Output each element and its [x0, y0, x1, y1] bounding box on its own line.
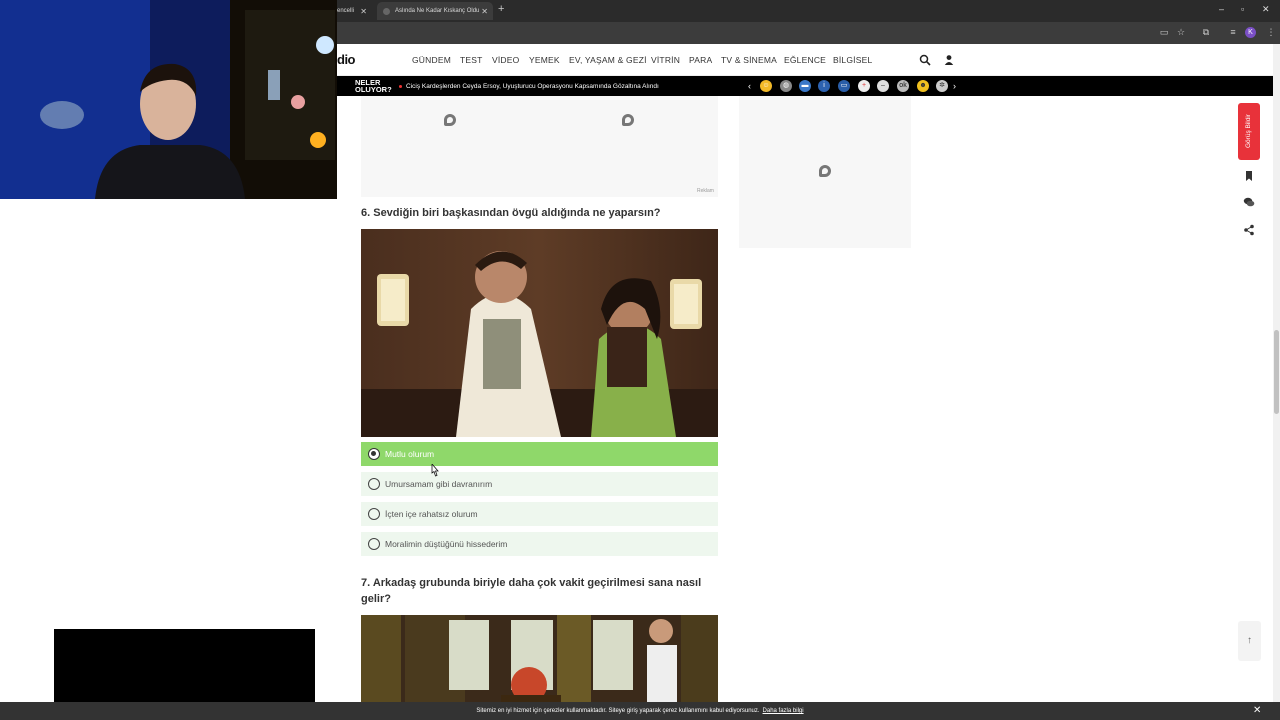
nav-item-vitrin[interactable]: VİTRİN	[651, 55, 680, 65]
emoji-ok-icon[interactable]: ok	[897, 80, 909, 92]
answer-option[interactable]: İçten içe rahatsız olurum	[361, 502, 718, 526]
new-tab-button[interactable]: +	[498, 3, 504, 15]
emoji-info-icon[interactable]: i	[818, 80, 830, 92]
webcam-overlay	[0, 0, 337, 199]
site-logo[interactable]: dio	[337, 52, 356, 67]
question-6-title: 6. Sevdiğin biri başkasından övgü aldığı…	[361, 207, 661, 219]
close-tab-icon[interactable]: ✕	[481, 7, 488, 16]
radio-button[interactable]	[368, 448, 380, 460]
radio-button[interactable]	[368, 538, 380, 550]
minimize-button[interactable]: –	[1219, 4, 1224, 14]
emoji-card-icon[interactable]: ▭	[838, 80, 850, 92]
scrollbar-thumb[interactable]	[1274, 330, 1279, 414]
share-icon[interactable]	[1243, 224, 1255, 236]
ticker-prev-button[interactable]: ‹	[748, 81, 751, 91]
emoji-plus-icon[interactable]: +	[858, 80, 870, 92]
emoji-ball-icon[interactable]: ✲	[936, 80, 948, 92]
sidebar-ad-placeholder	[739, 96, 911, 248]
radio-button[interactable]	[368, 508, 380, 520]
comments-icon[interactable]	[1243, 196, 1255, 208]
nav-item-ev-yasam-gezi[interactable]: EV, YAŞAM & GEZİ	[569, 55, 647, 65]
answer-label: Umursamam gibi davranırım	[385, 479, 493, 489]
placeholder-logo-icon	[622, 114, 634, 126]
ad-placeholder	[361, 96, 718, 197]
nav-item-para[interactable]: PARA	[689, 55, 712, 65]
placeholder-logo-icon	[444, 114, 456, 126]
ticker-next-button[interactable]: ›	[953, 81, 956, 91]
browser-tab-previous[interactable]: encelli ✕	[337, 2, 372, 20]
nav-item-test[interactable]: TEST	[460, 55, 483, 65]
cookie-consent-bar: Sitemiz en iyi hizmet için çerezler kull…	[0, 702, 1280, 720]
bookmark-star-icon[interactable]: ☆	[1176, 27, 1186, 37]
answer-label: İçten içe rahatsız olurum	[385, 509, 478, 519]
emoji-smile-icon[interactable]: ☺	[760, 80, 772, 92]
menu-kebab-icon[interactable]: ⋮	[1266, 27, 1276, 37]
media-controls-icon[interactable]: ≡	[1228, 27, 1238, 37]
browser-tab-active[interactable]: Aslında Ne Kadar Kıskanç Oldu ✕	[377, 2, 493, 20]
cookie-text: Sitemiz en iyi hizmet için çerezler kull…	[476, 708, 760, 714]
answer-option[interactable]: Umursamam gibi davranırım	[361, 472, 718, 496]
cast-icon[interactable]: ▭	[1159, 27, 1169, 37]
answer-option[interactable]: Mutlu olurum	[361, 442, 718, 466]
profile-avatar[interactable]: K	[1245, 27, 1256, 38]
nav-item-gundem[interactable]: GÜNDEM	[412, 55, 451, 65]
mouse-cursor-icon	[431, 464, 439, 477]
opinion-feedback-button[interactable]: Görüş Bildir	[1238, 103, 1260, 160]
bookmark-icon[interactable]	[1243, 170, 1255, 182]
question-7-title: 7. Arkadaş grubunda biriyle daha çok vak…	[361, 577, 702, 605]
favicon-icon	[383, 7, 390, 15]
nav-item-video[interactable]: VİDEO	[492, 55, 519, 65]
ad-label: Reklam	[697, 188, 714, 194]
tab-title: Aslında Ne Kadar Kıskanç Oldu	[395, 8, 480, 14]
maximize-button[interactable]: ▫	[1241, 4, 1244, 14]
search-icon[interactable]	[919, 54, 931, 66]
answer-label: Mutlu olurum	[385, 449, 435, 459]
answer-option[interactable]: Moralimin düştüğünü hissederim	[361, 532, 718, 556]
placeholder-logo-icon	[819, 165, 831, 177]
emoji-globe-icon[interactable]: ◍	[780, 80, 792, 92]
radio-button[interactable]	[368, 478, 380, 490]
nav-item-bilgisel[interactable]: BİLGİSEL	[833, 55, 872, 65]
extensions-icon[interactable]: ⧉	[1201, 27, 1211, 37]
emoji-minus-icon[interactable]: –	[877, 80, 889, 92]
close-tab-icon[interactable]: ✕	[360, 7, 367, 16]
tab-title: encelli	[337, 8, 355, 14]
close-window-button[interactable]: ✕	[1262, 4, 1270, 15]
ticker-headline[interactable]: Ciciş Kardeşlerden Ceyda Ersoy, Uyuşturu…	[406, 83, 659, 90]
emoji-tv-icon[interactable]: ▬	[799, 80, 811, 92]
cookie-more-info-link[interactable]: Daha fazla bilgi	[763, 708, 804, 714]
nav-item-eglence[interactable]: EĞLENCE	[784, 55, 826, 65]
answer-label: Moralimin düştüğünü hissederim	[385, 539, 508, 549]
user-icon[interactable]	[943, 54, 955, 66]
emoji-face-icon[interactable]: ☻	[917, 80, 929, 92]
ticker-label: NELER OLUYOR?	[355, 78, 392, 94]
nav-item-tv-sinema[interactable]: TV & SİNEMA	[721, 55, 777, 65]
nav-item-yemek[interactable]: YEMEK	[529, 55, 560, 65]
question-6-image	[361, 229, 718, 437]
ticker-bullet-icon	[399, 85, 402, 88]
scroll-to-top-button[interactable]: ↑	[1238, 621, 1261, 661]
cookie-close-icon[interactable]: ✕	[1253, 705, 1261, 716]
